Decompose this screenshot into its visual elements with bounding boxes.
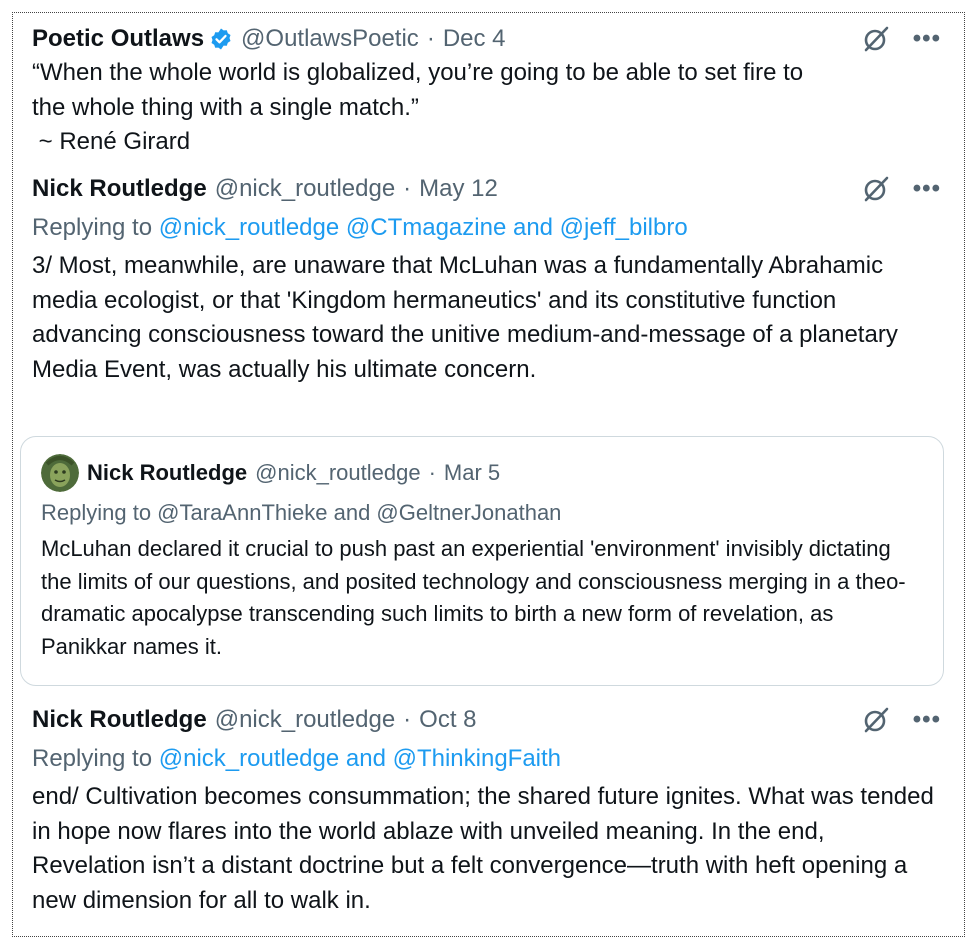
separator-dot: · xyxy=(426,25,435,52)
tweet-text-line: ~ René Girard xyxy=(32,128,191,155)
tweet-header: Poetic Outlaws @OutlawsPoetic · Dec 4 xyxy=(32,22,941,56)
author-handle[interactable]: @nick_routledge xyxy=(215,706,395,734)
tweet-date[interactable]: May 12 xyxy=(419,175,498,203)
replying-to: Replying to @TaraAnnThieke and @GeltnerJ… xyxy=(41,500,562,525)
tweet-text: end/ Cultivation becomes consummation; t… xyxy=(32,783,934,914)
replying-to-links[interactable]: @nick_routledge @CTmagazine and @jeff_bi… xyxy=(159,214,688,241)
tweet-actions: ••• xyxy=(861,703,941,737)
tweet-nick-routledge-may12[interactable]: Nick Routledge @nick_routledge · May 12 … xyxy=(32,172,941,387)
tweet-text-line: the whole thing with a single match.” xyxy=(32,93,419,121)
replying-to-links[interactable]: @nick_routledge and @ThinkingFaith xyxy=(159,745,561,772)
author-name[interactable]: Nick Routledge xyxy=(87,460,247,486)
more-icon[interactable]: ••• xyxy=(913,175,941,203)
tweet-nick-routledge-oct8[interactable]: Nick Routledge @nick_routledge · Oct 8 •… xyxy=(32,703,941,918)
tweet-text: “When the whole world is globalized, you… xyxy=(32,56,941,160)
more-icon[interactable]: ••• xyxy=(913,706,941,734)
avatar[interactable] xyxy=(41,454,79,492)
tweet-text-line: “When the whole world is globalized, you… xyxy=(32,59,804,86)
quoted-tweet[interactable]: Nick Routledge @nick_routledge · Mar 5 R… xyxy=(20,436,944,686)
author-handle[interactable]: @nick_routledge xyxy=(255,460,420,486)
replying-to-label: Replying to xyxy=(32,214,153,241)
tweet-date[interactable]: Mar 5 xyxy=(444,460,500,486)
tweet-date[interactable]: Oct 8 xyxy=(419,706,476,734)
author-name[interactable]: Nick Routledge xyxy=(32,706,207,734)
tweet-actions: ••• xyxy=(861,172,941,206)
tweet-date[interactable]: Dec 4 xyxy=(443,25,506,53)
grok-icon[interactable] xyxy=(861,705,891,735)
tweet-text: 3/ Most, meanwhile, are unaware that McL… xyxy=(32,252,898,383)
author-name[interactable]: Poetic Outlaws xyxy=(32,25,204,53)
quoted-tweet-header: Nick Routledge @nick_routledge · Mar 5 xyxy=(41,454,923,492)
more-icon[interactable]: ••• xyxy=(913,25,941,53)
author-name[interactable]: Nick Routledge xyxy=(32,175,207,203)
tweet-header: Nick Routledge @nick_routledge · Oct 8 xyxy=(32,703,941,737)
grok-icon[interactable] xyxy=(861,24,891,54)
tweet-poetic-outlaws[interactable]: Poetic Outlaws @OutlawsPoetic · Dec 4 ••… xyxy=(32,22,941,160)
separator-dot: · xyxy=(428,460,436,485)
replying-to: Replying to @nick_routledge and @Thinkin… xyxy=(32,742,941,776)
replying-to-label: Replying to xyxy=(32,745,153,772)
tweet-header: Nick Routledge @nick_routledge · May 12 xyxy=(32,172,941,206)
quoted-tweet-text: McLuhan declared it crucial to push past… xyxy=(41,536,906,659)
separator-dot: · xyxy=(403,175,412,202)
verified-badge-icon xyxy=(209,27,233,51)
author-handle[interactable]: @OutlawsPoetic xyxy=(241,25,419,53)
replying-to: Replying to @nick_routledge @CTmagazine … xyxy=(32,211,941,245)
tweet-actions: ••• xyxy=(861,22,941,56)
separator-dot: · xyxy=(403,706,412,733)
author-handle[interactable]: @nick_routledge xyxy=(215,175,395,203)
grok-icon[interactable] xyxy=(861,174,891,204)
